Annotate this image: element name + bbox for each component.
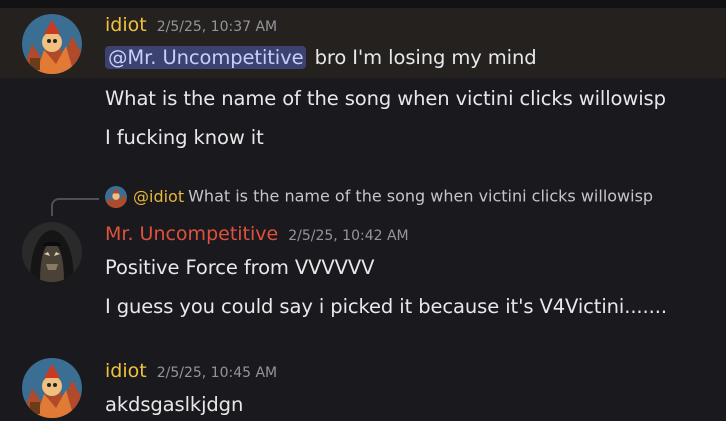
message-line: I guess you could say i picked it becaus… [105, 295, 667, 318]
timestamp[interactable]: 2/5/25, 10:42 AM [288, 228, 408, 244]
username[interactable]: idiot [105, 14, 147, 36]
user-mention[interactable]: @Mr. Uncompetitive [105, 46, 307, 69]
message-text: bro I'm losing my mind [314, 46, 537, 69]
reply-spine [51, 198, 99, 216]
avatar-idiot[interactable] [22, 14, 82, 74]
top-bar [0, 0, 726, 8]
avatar-mr-uncompetitive[interactable] [22, 222, 82, 282]
message-2-header: Mr. Uncompetitive 2/5/25, 10:42 AM [105, 223, 409, 245]
avatar-idiot[interactable] [22, 358, 82, 418]
reply-reference[interactable]: @idiot What is the name of the song when … [105, 186, 653, 208]
message-line: akdsgaslkjdgn [105, 393, 244, 416]
reply-preview-text[interactable]: What is the name of the song when victin… [188, 187, 653, 206]
message-line: @Mr. Uncompetitive bro I'm losing my min… [105, 46, 537, 69]
message-1-header: idiot 2/5/25, 10:37 AM [105, 14, 277, 36]
reply-author[interactable]: @idiot [133, 187, 184, 206]
message-3-header: idiot 2/5/25, 10:45 AM [105, 360, 277, 382]
username[interactable]: Mr. Uncompetitive [105, 223, 278, 245]
username[interactable]: idiot [105, 360, 147, 382]
message-line: Positive Force from VVVVVV [105, 256, 375, 279]
timestamp[interactable]: 2/5/25, 10:37 AM [157, 19, 277, 35]
reply-avatar [105, 186, 127, 208]
timestamp[interactable]: 2/5/25, 10:45 AM [157, 365, 277, 381]
message-line: I fucking know it [105, 126, 264, 149]
message-line: What is the name of the song when victin… [105, 87, 666, 110]
